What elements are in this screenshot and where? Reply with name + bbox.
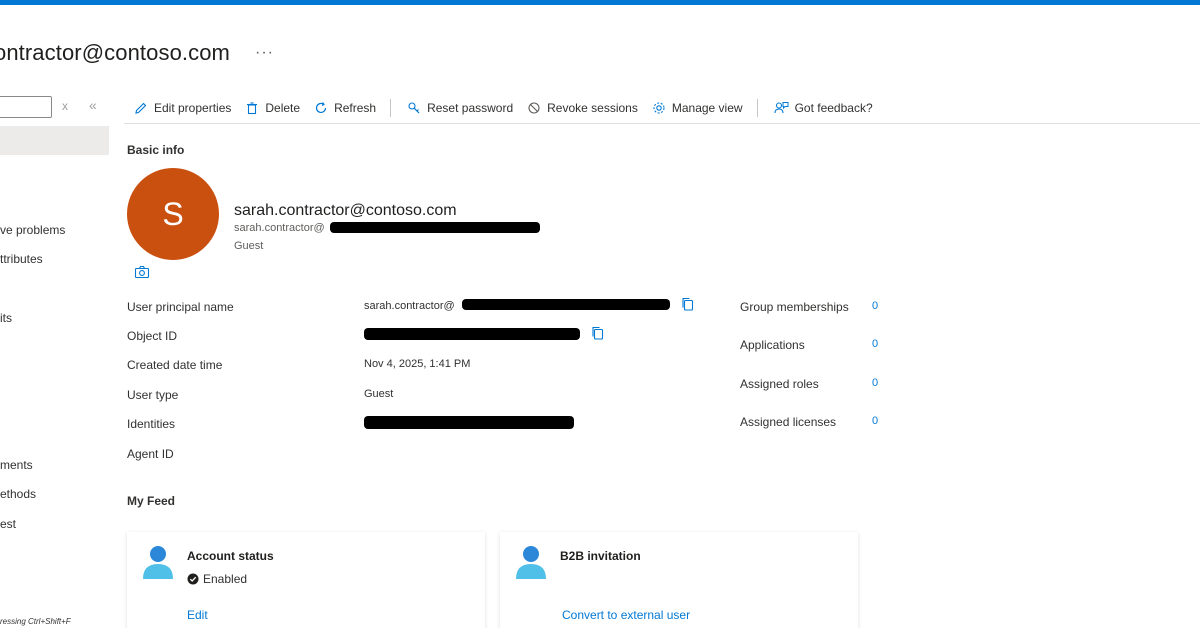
prop-value-user-type: Guest bbox=[364, 388, 394, 400]
toolbar-separator bbox=[390, 99, 392, 117]
got-feedback-button[interactable]: Got feedback? bbox=[774, 101, 873, 115]
block-icon bbox=[528, 102, 540, 114]
nav-item-diagnose-problems[interactable]: ve problems bbox=[0, 223, 65, 237]
reset-password-button[interactable]: Reset password bbox=[407, 101, 513, 115]
copy-icon[interactable] bbox=[591, 326, 604, 340]
b2b-invitation-title: B2B invitation bbox=[560, 549, 641, 563]
user-icon bbox=[516, 546, 546, 579]
revoke-sessions-button[interactable]: Revoke sessions bbox=[527, 101, 638, 115]
pencil-icon bbox=[135, 102, 147, 114]
user-secondary-name: sarah.contractor@ bbox=[234, 222, 325, 234]
more-options-button[interactable]: ··· bbox=[255, 44, 274, 62]
stat-value-groups[interactable]: 0 bbox=[872, 300, 878, 312]
nav-item-custom-attributes[interactable]: ttributes bbox=[0, 252, 43, 266]
prop-label-object-id: Object ID bbox=[127, 329, 178, 343]
copy-icon[interactable] bbox=[681, 297, 694, 311]
camera-icon[interactable] bbox=[134, 265, 150, 279]
b2b-invitation-card: B2B invitation Convert to external user bbox=[500, 532, 858, 628]
avatar: S bbox=[127, 168, 219, 260]
account-status-title: Account status bbox=[187, 549, 274, 563]
edit-account-status-link[interactable]: Edit bbox=[187, 608, 208, 622]
redaction-bar bbox=[364, 328, 580, 340]
nav-item-assignments[interactable]: ments bbox=[0, 458, 33, 472]
prop-label-created: Created date time bbox=[127, 358, 223, 372]
my-feed-heading: My Feed bbox=[127, 494, 176, 508]
user-display-name: sarah.contractor@contoso.com bbox=[234, 202, 457, 219]
redaction-bar bbox=[462, 299, 670, 310]
stat-value-roles[interactable]: 0 bbox=[872, 377, 878, 389]
nav-item-new-support-request[interactable]: est bbox=[0, 517, 16, 531]
prop-label-identities: Identities bbox=[127, 417, 176, 431]
refresh-icon bbox=[315, 102, 327, 114]
command-bar: Edit properties Delete Refresh Reset pas… bbox=[134, 96, 887, 120]
gear-icon bbox=[653, 102, 665, 114]
prop-value-created: Nov 4, 2025, 1:41 PM bbox=[364, 358, 471, 370]
prop-label-agent-id: Agent ID bbox=[127, 447, 174, 461]
redaction-bar bbox=[330, 222, 540, 233]
basic-info-heading: Basic info bbox=[127, 143, 185, 157]
nav-search-input[interactable] bbox=[0, 96, 52, 118]
nav-item-authentication-methods[interactable]: ethods bbox=[0, 487, 36, 501]
prop-label-upn: User principal name bbox=[127, 300, 234, 314]
page-title: ontractor@contoso.com bbox=[0, 40, 230, 65]
collapse-nav-icon[interactable]: « bbox=[89, 97, 97, 113]
stat-value-licenses[interactable]: 0 bbox=[872, 415, 878, 427]
nav-item-overview-selected[interactable] bbox=[0, 126, 109, 155]
keyboard-hint: ressing Ctrl+Shift+F bbox=[0, 617, 71, 626]
prop-label-user-type: User type bbox=[127, 388, 179, 402]
stat-label-roles: Assigned roles bbox=[740, 377, 819, 391]
check-circle-icon bbox=[187, 573, 199, 585]
clear-icon[interactable]: x bbox=[62, 99, 68, 113]
delete-button[interactable]: Delete bbox=[245, 101, 300, 115]
feedback-icon bbox=[774, 102, 789, 114]
stat-label-licenses: Assigned licenses bbox=[740, 415, 837, 429]
top-accent-bar bbox=[0, 0, 1200, 5]
manage-view-button[interactable]: Manage view bbox=[652, 101, 743, 115]
nav-item-audit-logs[interactable]: its bbox=[0, 311, 12, 325]
edit-properties-button[interactable]: Edit properties bbox=[134, 101, 231, 115]
account-status-card: Account status Enabled Edit bbox=[127, 532, 485, 628]
account-status-value: Enabled bbox=[187, 572, 247, 586]
redaction-bar bbox=[364, 416, 574, 429]
user-type-label: Guest bbox=[234, 240, 264, 252]
prop-value-upn: sarah.contractor@ bbox=[364, 300, 455, 312]
trash-icon bbox=[247, 102, 258, 115]
refresh-button[interactable]: Refresh bbox=[314, 101, 376, 115]
stat-label-groups: Group memberships bbox=[740, 300, 849, 314]
user-icon bbox=[143, 546, 173, 579]
stat-label-applications: Applications bbox=[740, 338, 805, 352]
toolbar-divider bbox=[124, 123, 1200, 124]
key-icon bbox=[408, 102, 420, 114]
stat-value-applications[interactable]: 0 bbox=[872, 338, 878, 350]
convert-to-external-user-link[interactable]: Convert to external user bbox=[562, 608, 690, 622]
toolbar-separator bbox=[756, 99, 758, 117]
